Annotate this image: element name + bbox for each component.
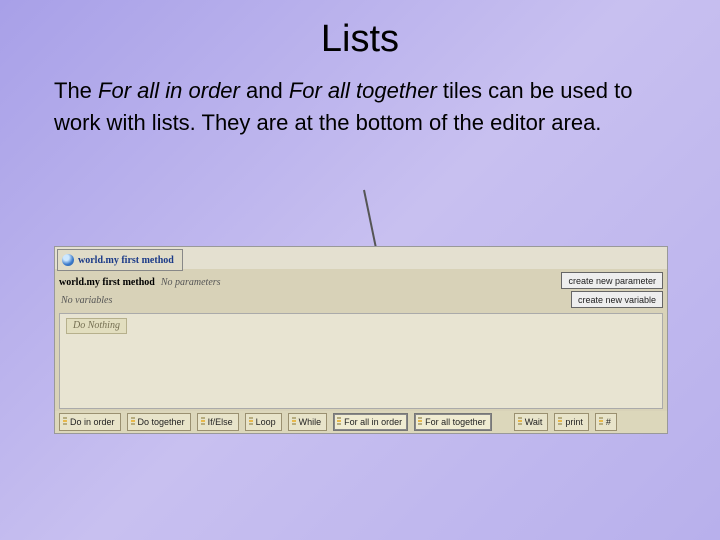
tile-label: Do in order: [70, 417, 115, 427]
drag-grip-icon: [418, 417, 422, 427]
drag-grip-icon: [518, 417, 522, 427]
tile-label: print: [565, 417, 583, 427]
tile-for-all-in-order[interactable]: For all in order: [333, 413, 408, 431]
body-frag: The: [54, 78, 98, 103]
do-nothing-placeholder: Do Nothing: [66, 318, 127, 334]
no-parameters-label: No parameters: [161, 277, 221, 288]
drag-grip-icon: [63, 417, 67, 427]
world-icon: [62, 254, 74, 266]
drag-grip-icon: [201, 417, 205, 427]
tile-for-all-together[interactable]: For all together: [414, 413, 492, 431]
tile-label: Loop: [256, 417, 276, 427]
tile-do-together[interactable]: Do together: [127, 413, 191, 431]
slide-title: Lists: [0, 0, 720, 71]
tile-label: Wait: [525, 417, 543, 427]
drag-grip-icon: [599, 417, 603, 427]
tile-tray: Do in order Do together If/Else Loop While Fo…: [55, 411, 667, 433]
editor-tabs: world.my first method: [55, 247, 667, 269]
create-new-variable-button[interactable]: create new variable: [571, 291, 663, 308]
body-italic-1: For all in order: [98, 78, 240, 103]
drag-grip-icon: [249, 417, 253, 427]
tile-label: #: [606, 417, 611, 427]
method-name: world.my first method: [59, 277, 155, 288]
tile-while[interactable]: While: [288, 413, 328, 431]
tile-do-in-order[interactable]: Do in order: [59, 413, 121, 431]
slide-body: The For all in order and For all togethe…: [0, 71, 720, 139]
tile-label: For all together: [425, 417, 486, 427]
tile-wait[interactable]: Wait: [514, 413, 549, 431]
tile-print[interactable]: print: [554, 413, 589, 431]
create-new-parameter-button[interactable]: create new parameter: [561, 272, 663, 289]
tile-if-else[interactable]: If/Else: [197, 413, 239, 431]
body-italic-2: For all together: [289, 78, 437, 103]
method-body[interactable]: Do Nothing: [59, 313, 663, 409]
drag-grip-icon: [337, 417, 341, 427]
no-variables-label: No variables: [61, 295, 112, 306]
tile-label: Do together: [138, 417, 185, 427]
tile-[interactable]: #: [595, 413, 617, 431]
method-tab-label: world.my first method: [78, 255, 174, 266]
drag-grip-icon: [558, 417, 562, 427]
tile-label: For all in order: [344, 417, 402, 427]
drag-grip-icon: [131, 417, 135, 427]
method-tab[interactable]: world.my first method: [57, 249, 183, 271]
tile-label: If/Else: [208, 417, 233, 427]
editor-panel: world.my first method world.my first met…: [54, 246, 668, 434]
tile-label: While: [299, 417, 322, 427]
tile-loop[interactable]: Loop: [245, 413, 282, 431]
body-frag: and: [240, 78, 289, 103]
drag-grip-icon: [292, 417, 296, 427]
